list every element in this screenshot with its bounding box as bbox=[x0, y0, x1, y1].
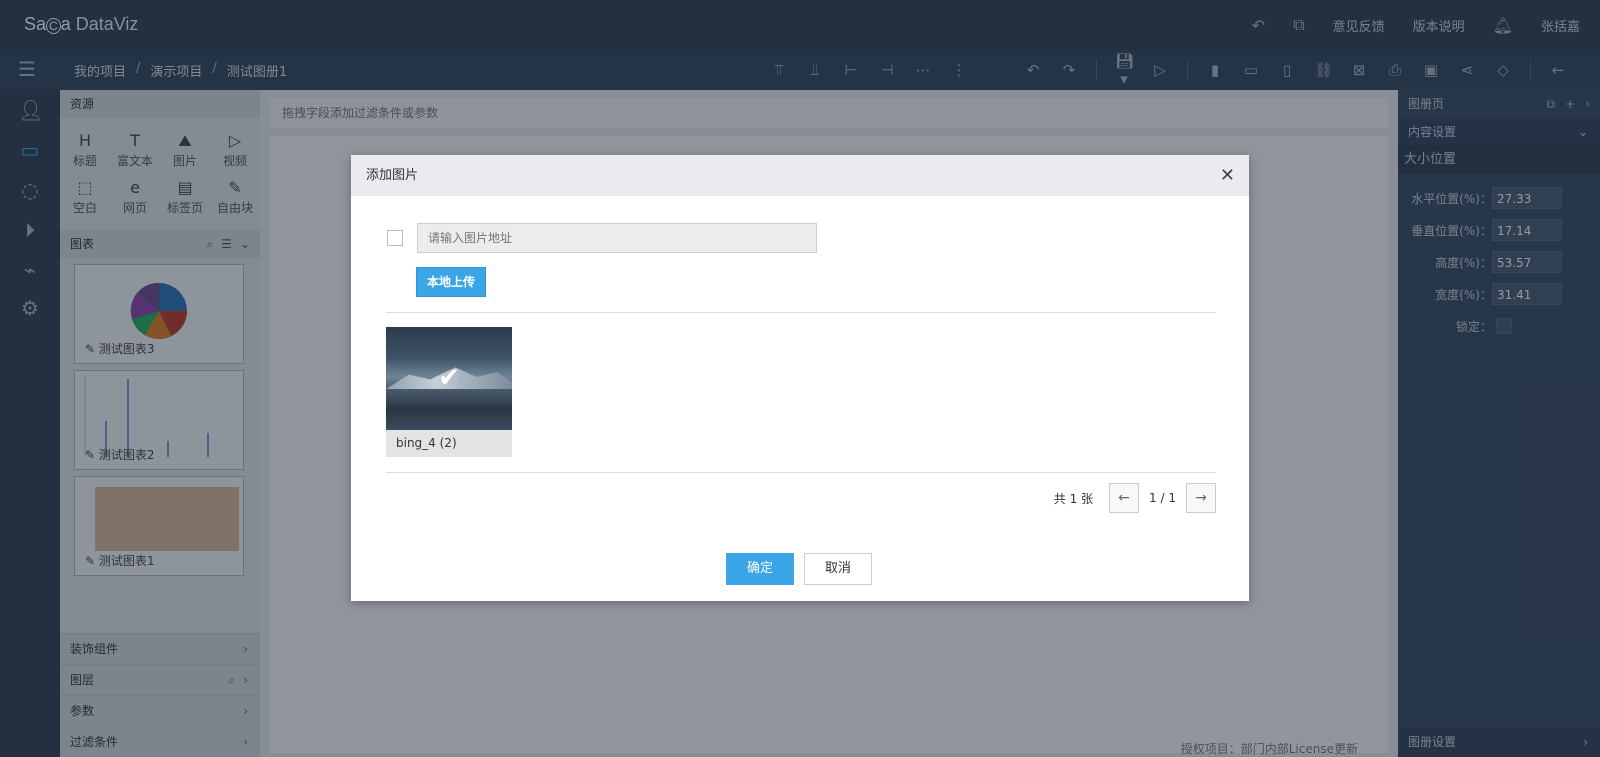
checkmark-icon: ✔ bbox=[438, 363, 460, 393]
image-card[interactable]: ✔ bing_4 (2) bbox=[386, 327, 512, 457]
close-icon[interactable]: ✕ bbox=[1220, 155, 1235, 196]
prev-page-button[interactable]: ← bbox=[1109, 483, 1140, 513]
url-checkbox[interactable] bbox=[387, 230, 403, 246]
total-count: 共 1 张 bbox=[1053, 491, 1094, 506]
divider bbox=[386, 472, 1216, 473]
image-url-input[interactable] bbox=[417, 223, 817, 253]
image-thumbnail[interactable]: ✔ bbox=[386, 327, 512, 430]
arrow-right-icon: → bbox=[1195, 490, 1207, 506]
url-row bbox=[387, 223, 817, 253]
cancel-button[interactable]: 取消 bbox=[804, 553, 872, 585]
next-page-button[interactable]: → bbox=[1186, 483, 1216, 513]
local-upload-button[interactable]: 本地上传 bbox=[416, 267, 486, 297]
confirm-button[interactable]: 确定 bbox=[726, 553, 794, 585]
divider bbox=[386, 312, 1216, 313]
dialog-title: 添加图片 bbox=[366, 168, 419, 183]
pagination: 共 1 张 ← 1 / 1 → bbox=[1054, 483, 1216, 513]
add-image-dialog: 添加图片 ✕ 本地上传 ✔ bing_4 (2) 共 1 张 ← 1 / 1 →… bbox=[351, 155, 1249, 601]
dialog-header: 添加图片 ✕ bbox=[351, 155, 1249, 196]
image-name: bing_4 (2) bbox=[386, 430, 512, 457]
arrow-left-icon: ← bbox=[1118, 490, 1130, 506]
page-indicator: 1 / 1 bbox=[1149, 491, 1176, 505]
